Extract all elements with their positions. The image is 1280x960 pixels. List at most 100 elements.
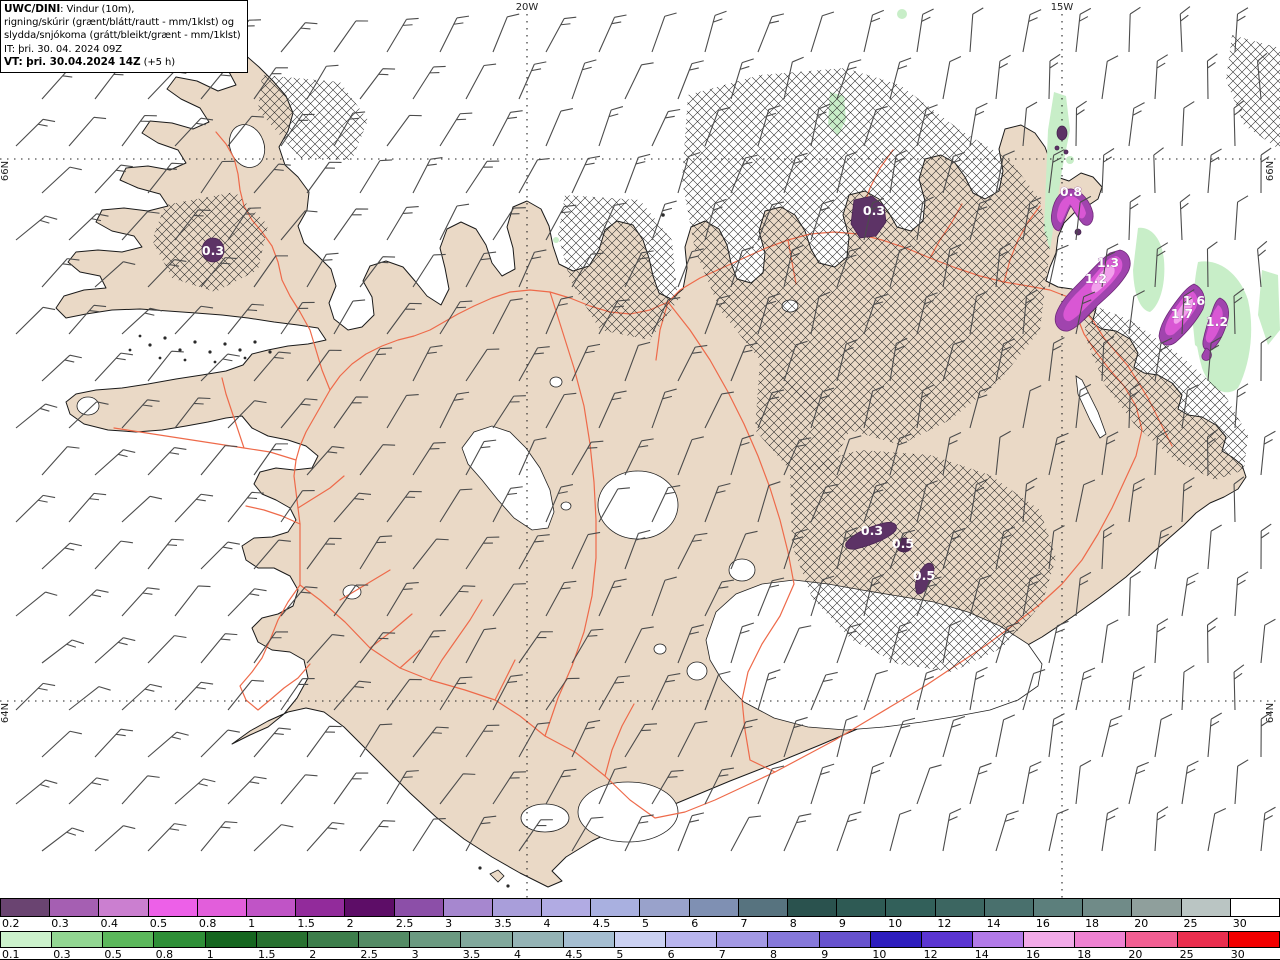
sleet-scale-tick-label: 14	[986, 917, 1001, 930]
rain-scale-segment	[1228, 932, 1279, 947]
legend-line-3: slydda/snjókoma (grátt/bleikt/grænt - mm…	[4, 30, 241, 42]
rain-scale-segment	[614, 932, 667, 947]
rain-scale-tick-label: 3.5	[462, 948, 481, 960]
rain-scale-segment	[921, 932, 973, 947]
graticule-label: 66N	[0, 161, 11, 181]
rain-scale-tick-label: 2	[309, 948, 317, 960]
sleet-scale-tick-label: 9	[838, 917, 846, 930]
rain-scale-segment	[103, 932, 155, 947]
sleet-scale-segment	[99, 899, 149, 916]
rain-scale-tick-label: 1	[206, 948, 214, 960]
precip-value-label: 1.7	[1171, 306, 1193, 321]
sleet-scale-tick-label: 2	[346, 917, 354, 930]
rain-scale-segment	[819, 932, 871, 947]
rain-scale-tick-label: 6	[667, 948, 675, 960]
rain-scale-segment	[256, 932, 308, 947]
map-area: 20W 15W 66N 66N 64N 64N 0.3 0.3 0.8 1.3 …	[0, 0, 1280, 898]
precip-value-label: 1.3	[1097, 255, 1119, 270]
rain-scale-segment	[307, 932, 360, 947]
rain-scale-segment	[870, 932, 922, 947]
precip-value-label: 0.3	[863, 203, 885, 218]
sleet-scale-tick-label: 18	[1085, 917, 1100, 930]
legend-line-5: VT: þri. 30.04.2024 14Z (+5 h)	[4, 55, 176, 68]
rain-scale-segment	[1075, 932, 1127, 947]
sleet-scale-segment	[689, 899, 739, 916]
graticule-label: 20W	[516, 2, 539, 13]
rain-scale-segment	[1024, 932, 1076, 947]
lake	[549, 376, 563, 388]
rain-scale-segment	[205, 932, 257, 947]
precip-value-label: 0.5	[892, 536, 914, 551]
sleet-scale-segment	[738, 899, 788, 916]
rain-scale-segment	[359, 932, 411, 947]
sleet-scale-tick-label: 12	[937, 917, 952, 930]
rain-scale-segment	[512, 932, 564, 947]
sleet-scale-tick-label: 3	[445, 917, 453, 930]
sleet-scale-tick-label: 16	[1035, 917, 1050, 930]
rain-scale-segment	[666, 932, 718, 947]
lake	[686, 661, 708, 681]
sleet-scale-segment	[296, 899, 346, 916]
sleet-scale-tick-label: 25	[1183, 917, 1198, 930]
rain-scale-segment	[410, 932, 462, 947]
sleet-scale-segment	[492, 899, 543, 916]
rain-scale-segment	[1126, 932, 1178, 947]
rain-scale-tick-label: 0.8	[155, 948, 174, 960]
sleet-snow-colourbar-labels: 0.2 0.3 0.4 0.5 0.8 1 1.5 2 2.5 3 3.5 4 4.5 5 6 7 8 9 10 12…	[0, 917, 1280, 931]
sleet-scale-segment	[394, 899, 444, 916]
lake	[653, 643, 667, 655]
rain-scale-tick-label: 16	[1026, 948, 1040, 960]
sleet-scale-segment	[591, 899, 641, 916]
sleet-scale-segment	[1083, 899, 1133, 916]
rain-scale-segment	[52, 932, 104, 947]
model-name: UWC/DINI	[4, 3, 61, 15]
precip-value-label: 1.2	[1085, 271, 1107, 286]
sleet-scale-segment	[788, 899, 838, 916]
rain-scale-tick-label: 4	[514, 948, 521, 960]
sleet-scale-segment	[1, 899, 51, 916]
sleet-scale-segment	[935, 899, 985, 916]
sleet-scale-tick-label: 6	[691, 917, 699, 930]
legend-line-2: rigning/skúrir (grænt/blátt/rautt - mm/1…	[4, 17, 234, 29]
sleet-scale-tick-label: 1.5	[297, 917, 315, 930]
sleet-scale-segment	[345, 899, 395, 916]
legend-line-1: UWC/DINI: Vindur (10m),	[4, 3, 135, 15]
rain-colourbar	[0, 931, 1280, 948]
precip-value-label: 1.2	[1206, 314, 1228, 329]
sleet-snow-colourbar	[0, 898, 1280, 917]
rain-scale-tick-label: 0.1	[2, 948, 20, 960]
graticule-label: 66N	[1265, 161, 1276, 181]
rain-scale-tick-label: 12	[923, 948, 938, 960]
sleet-scale-segment	[1230, 899, 1279, 916]
sleet-scale-tick-label: 7	[740, 917, 748, 930]
sleet-scale-segment	[542, 899, 592, 916]
rain-scale-segment	[717, 932, 769, 947]
rain-scale-tick-label: 18	[1077, 948, 1092, 960]
precip-value-label: 0.5	[913, 568, 935, 583]
rain-scale-segment	[461, 932, 513, 947]
sleet-scale-segment	[1132, 899, 1182, 916]
sleet-scale-segment	[886, 899, 936, 916]
rain-scale-tick-label: 5	[616, 948, 624, 960]
sleet-scale-segment	[50, 899, 100, 916]
sleet-scale-segment	[837, 899, 887, 916]
rain-colourbar-labels: 0.1 0.3 0.5 0.8 1 1.5 2 2.5 3 3.5 4 4.5 5 6 7 8 9 10 12 14 1…	[0, 948, 1280, 960]
sleet-scale-tick-label: 2.5	[395, 917, 414, 930]
rain-scale-segment	[768, 932, 820, 947]
sleet-scale-segment	[246, 899, 297, 916]
rain-scale-tick-label: 3	[411, 948, 419, 960]
rain-scale-tick-label: 20	[1128, 948, 1143, 960]
sleet-scale-tick-label: 8	[789, 917, 797, 930]
sleet-scale-tick-label: 10	[888, 917, 903, 930]
rain-scale-tick-label: 10	[872, 948, 887, 960]
sleet-scale-segment	[443, 899, 493, 916]
precip-value-label: 0.3	[861, 523, 883, 538]
rain-scale-tick-label: 1.5	[258, 948, 276, 960]
sleet-scale-tick-label: 3.5	[494, 917, 512, 930]
sleet-scale-tick-label: 0.8	[198, 917, 217, 930]
sleet-scale-tick-label: 0.2	[2, 917, 20, 930]
sleet-scale-tick-label: 0.4	[100, 917, 118, 930]
sleet-scale-tick-label: 1	[248, 917, 256, 930]
sleet-scale-tick-label: 20	[1134, 917, 1149, 930]
sleet-scale-segment	[148, 899, 198, 916]
